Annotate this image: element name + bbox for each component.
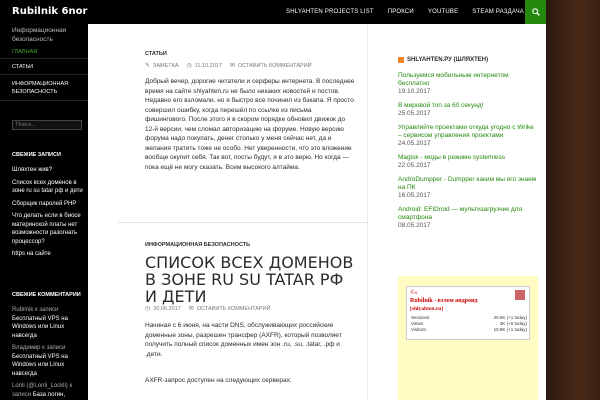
clock-icon: ◷ bbox=[186, 63, 192, 69]
note-icon: ✎ bbox=[145, 63, 151, 69]
recent-posts-title: СВЕЖИЕ ЗАПИСИ bbox=[12, 152, 61, 158]
site-title[interactable]: Rubilnik 6nor bbox=[12, 6, 87, 17]
sidebar-item-infosec[interactable]: ИНФОРМАЦИОННАЯ БЕЗОПАСНОСТЬ bbox=[0, 75, 88, 101]
top-nav: SHLYAHTEN PROJECTS LIST ПРОКСИ YOUTUBE S… bbox=[272, 0, 524, 24]
comment-author: Rubilnik к записи bbox=[12, 307, 59, 313]
page: Rubilnik 6nor SHLYAHTEN PROJECTS LIST ПР… bbox=[0, 0, 600, 400]
rss-item-date: 19.10.2017 bbox=[398, 88, 431, 95]
clock-icon: ◷ bbox=[145, 306, 151, 312]
rss-item-link[interactable]: Android: EFIDroid — мультизагрузчик для … bbox=[398, 206, 538, 222]
recent-post-link[interactable]: https на сайте bbox=[12, 250, 84, 259]
comment-post-link[interactable]: Бесплатный VPS на Windows или Linux навс… bbox=[12, 354, 68, 377]
nav-item-proxy[interactable]: ПРОКСИ bbox=[388, 9, 414, 15]
leave-comment-label: ОСТАВИТЬ КОММЕНТАРИЙ bbox=[196, 305, 271, 312]
post-title[interactable]: СПИСОК ВСЕХ ДОМЕНОВ В ЗОНЕ RU SU TATAR Р… bbox=[145, 254, 360, 305]
post-format-label: ЗАМЕТКА bbox=[153, 62, 179, 69]
post-date: 11.10.2017 bbox=[194, 62, 222, 69]
site-description: Информационная безопасность bbox=[12, 27, 67, 43]
recent-posts-list: Шляхтен жив? Список всех доменов в зоне … bbox=[12, 166, 84, 263]
post-date-link[interactable]: ◷ 20.06.2017 bbox=[145, 305, 181, 313]
stats-widget: ©» Rubilnik - взлом андроид [shlyahten.r… bbox=[398, 276, 538, 400]
stat-value: 10.8K (+1 today) bbox=[493, 327, 527, 332]
post-date: 20.06.2017 bbox=[153, 305, 181, 312]
rss-list: Пользуемся мобильным интернетом бесплатн… bbox=[398, 72, 538, 236]
list-item: Владимир к записи Бесплатный VPS на Wind… bbox=[12, 344, 84, 378]
post-meta: ✎ ЗАМЕТКА ◷ 11.10.2017 ✉ ОСТАВИТЬ КОММЕНТАР… bbox=[145, 62, 320, 70]
right-sidebar: SHLYAHTEN.РУ (ШЛЯХТЕН) Пользуемся мобиль… bbox=[368, 24, 546, 400]
rss-item-date: 24.05.2017 bbox=[398, 140, 431, 147]
rss-item-date: 25.05.2017 bbox=[398, 110, 431, 117]
sidebar-item-articles[interactable]: СТАТЬИ bbox=[0, 59, 88, 75]
list-item: Пользуемся мобильным интернетом бесплатн… bbox=[398, 72, 538, 96]
comment-post-link[interactable]: Бесплатный VPS на Windows или Linux навс… bbox=[12, 316, 68, 339]
stats-counter-banner[interactable]: ©» Rubilnik - взлом андроид [shlyahten.r… bbox=[406, 286, 530, 340]
recent-post-link[interactable]: Что делать если в биосе материнской плат… bbox=[12, 212, 84, 246]
banner-title: Rubilnik - взлом андроид bbox=[410, 298, 478, 304]
chart-icon bbox=[515, 290, 525, 300]
rss-item-link[interactable]: В мировой топ за 60 секунд! bbox=[398, 102, 538, 110]
leave-comment-link[interactable]: ✉ ОСТАВИТЬ КОММЕНТАРИЙ bbox=[188, 305, 271, 313]
top-bar: Rubilnik 6nor SHLYAHTEN PROJECTS LIST ПР… bbox=[0, 0, 546, 24]
sidebar-item-label: ГЛАВНАЯ bbox=[12, 49, 38, 55]
rss-item-link[interactable]: Magisk - моды в режиме systemless bbox=[398, 154, 538, 162]
rss-icon bbox=[398, 57, 404, 63]
post-format-link[interactable]: ✎ ЗАМЕТКА bbox=[145, 62, 179, 70]
post-body: Добрый вечер, дорогие читатели и серферы… bbox=[145, 78, 355, 171]
leave-comment-label: ОСТАВИТЬ КОММЕНТАРИЙ bbox=[237, 62, 312, 69]
list-item: В мировой топ за 60 секунд! 25.05.2017 bbox=[398, 102, 538, 118]
recent-comments-list: Rubilnik к записи Бесплатный VPS на Wind… bbox=[12, 306, 84, 400]
post-category-link[interactable]: СТАТЬИ bbox=[145, 51, 167, 57]
stat-label: Visitors: bbox=[411, 327, 427, 332]
list-item: Управляйте проектами откуда угодно с Wri… bbox=[398, 124, 538, 148]
nav-item-projects[interactable]: SHLYAHTEN PROJECTS LIST bbox=[286, 9, 374, 15]
sidebar-item-label: СТАТЬИ bbox=[12, 64, 34, 70]
leave-comment-link[interactable]: ✉ ОСТАВИТЬ КОММЕНТАРИЙ bbox=[229, 62, 312, 70]
search-toggle-button[interactable] bbox=[525, 0, 546, 24]
main-content: СТАТЬИ ✎ ЗАМЕТКА ◷ 11.10.2017 ✉ ОСТАВИТЬ КО… bbox=[88, 24, 368, 400]
table-row: Visitors: 10.8K (+1 today) bbox=[411, 327, 527, 333]
stats-table: Sessions: 20.6K (+1 today) Views: 3K (+0 t… bbox=[411, 315, 527, 333]
post-body: AXFR-запрос доступен на следующих сервер… bbox=[145, 377, 292, 384]
rss-item-date: 16.05.2017 bbox=[398, 192, 431, 199]
search-input[interactable] bbox=[12, 120, 82, 130]
recent-post-link[interactable]: Список всех доменов в зоне ru su tatar р… bbox=[12, 179, 84, 196]
list-item: Magisk - моды в режиме systemless 22.05.2… bbox=[398, 154, 538, 170]
list-item: Android: EFIDroid — мультизагрузчик для … bbox=[398, 206, 538, 230]
background-image bbox=[546, 0, 600, 400]
rss-widget-title[interactable]: SHLYAHTEN.РУ (ШЛЯХТЕН) bbox=[398, 57, 488, 63]
comment-icon: ✉ bbox=[229, 63, 235, 69]
nav-item-steam[interactable]: STEAM РАЗДАЧА bbox=[472, 9, 524, 15]
rss-item-date: 22.05.2017 bbox=[398, 162, 431, 169]
rss-item-date: 08.05.2017 bbox=[398, 222, 431, 229]
search-icon bbox=[531, 8, 540, 16]
post-body: Начиная с 6 июня, на части DNS, обслужив… bbox=[145, 322, 342, 358]
recent-post-link[interactable]: Сборщик паролей PHP bbox=[12, 200, 84, 209]
rss-item-link[interactable]: Управляйте проектами откуда угодно с Wri… bbox=[398, 124, 538, 140]
post-category-link[interactable]: ИНФОРМАЦИОННАЯ БЕЗОПАСНОСТЬ bbox=[145, 242, 250, 248]
left-sidebar: Информационная безопасность ГЛАВНАЯ СТАТ… bbox=[0, 24, 88, 400]
comment-author: Владимир к записи bbox=[12, 345, 66, 351]
rss-item-link[interactable]: Пользуемся мобильным интернетом бесплатн… bbox=[398, 72, 538, 88]
nav-item-youtube[interactable]: YOUTUBE bbox=[428, 9, 458, 15]
post-divider bbox=[118, 222, 368, 223]
post-meta: ◷ 20.06.2017 ✉ ОСТАВИТЬ КОММЕНТАРИЙ bbox=[145, 305, 279, 313]
banner-line: ©» bbox=[410, 290, 418, 296]
comment-icon: ✉ bbox=[188, 306, 194, 312]
recent-comments-title: СВЕЖИЕ КОММЕНТАРИИ bbox=[12, 292, 81, 298]
post-date-link[interactable]: ◷ 11.10.2017 bbox=[186, 62, 222, 70]
sidebar-item-home[interactable]: ГЛАВНАЯ bbox=[0, 44, 88, 59]
list-item: Rubilnik к записи Бесплатный VPS на Wind… bbox=[12, 306, 84, 340]
rss-widget-label: SHLYAHTEN.РУ (ШЛЯХТЕН) bbox=[407, 57, 489, 63]
list-item: Lonli (@Lonli_Lockli) к записи База логи… bbox=[12, 382, 84, 400]
recent-post-link[interactable]: Шляхтен жив? bbox=[12, 166, 84, 175]
list-item: AndroDumpper - Dumpper каким мы его знае… bbox=[398, 176, 538, 200]
banner-domain: [shlyahten.ru] bbox=[410, 306, 444, 312]
sidebar-item-label: ИНФОРМАЦИОННАЯ БЕЗОПАСНОСТЬ bbox=[12, 81, 69, 95]
rss-item-link[interactable]: AndroDumpper - Dumpper каким мы его знае… bbox=[398, 176, 538, 192]
